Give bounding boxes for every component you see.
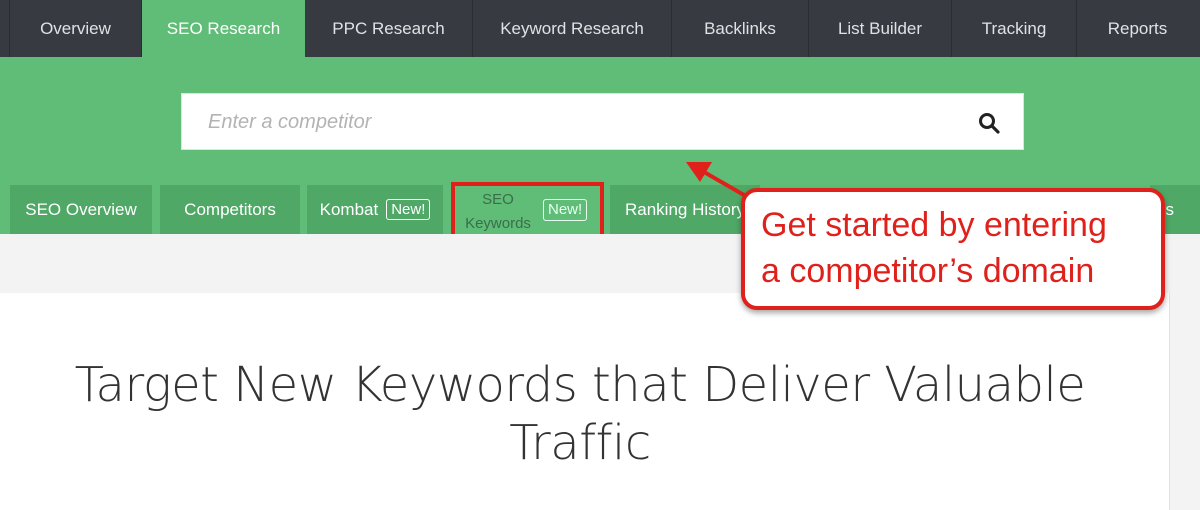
subtab-kombat[interactable]: Kombat New! bbox=[307, 185, 443, 234]
competitor-search-field[interactable]: Enter a competitor bbox=[181, 93, 1024, 150]
seo-keywords-line-2: Keywords bbox=[465, 215, 531, 232]
tab-backlinks[interactable]: Backlinks bbox=[672, 0, 809, 57]
tab-seo-research[interactable]: SEO Research bbox=[142, 0, 305, 57]
subtab-competitors[interactable]: Competitors bbox=[160, 185, 300, 234]
callout-line-1: Get started by entering bbox=[761, 206, 1107, 244]
tab-ppc-research[interactable]: PPC Research bbox=[305, 0, 473, 57]
top-nav: Overview SEO Research PPC Research Keywo… bbox=[0, 0, 1200, 57]
subtab-seo-keywords[interactable]: SEO Keywords New! bbox=[451, 182, 604, 238]
tab-reports[interactable]: Reports bbox=[1077, 0, 1198, 57]
new-badge: New! bbox=[386, 199, 431, 220]
subtab-ranking-history[interactable]: Ranking History bbox=[610, 185, 760, 234]
tab-overview[interactable]: Overview bbox=[10, 0, 142, 57]
tab-list-builder[interactable]: List Builder bbox=[809, 0, 952, 57]
callout-line-2: a competitor’s domain bbox=[761, 252, 1095, 290]
search-placeholder[interactable]: Enter a competitor bbox=[208, 111, 371, 134]
subtab-seo-keywords-label: SEO Keywords bbox=[459, 188, 537, 236]
page-headline: Target New Keywords that Deliver Valuabl… bbox=[60, 356, 1100, 472]
nav-spacer bbox=[0, 0, 10, 57]
tab-tracking[interactable]: Tracking bbox=[952, 0, 1077, 57]
annotation-callout: Get started by entering a competitor’s d… bbox=[741, 188, 1165, 310]
headline-line-2: Traffic bbox=[509, 415, 651, 471]
tab-keyword-research[interactable]: Keyword Research bbox=[473, 0, 672, 57]
search-icon[interactable] bbox=[977, 111, 1001, 135]
subtab-seo-overview[interactable]: SEO Overview bbox=[10, 185, 152, 234]
seo-keywords-line-1: SEO bbox=[482, 191, 514, 208]
new-badge: New! bbox=[543, 199, 588, 221]
headline-line-1: Target New Keywords that Deliver Valuabl… bbox=[74, 357, 1086, 413]
subtab-kombat-label: Kombat bbox=[319, 199, 379, 219]
